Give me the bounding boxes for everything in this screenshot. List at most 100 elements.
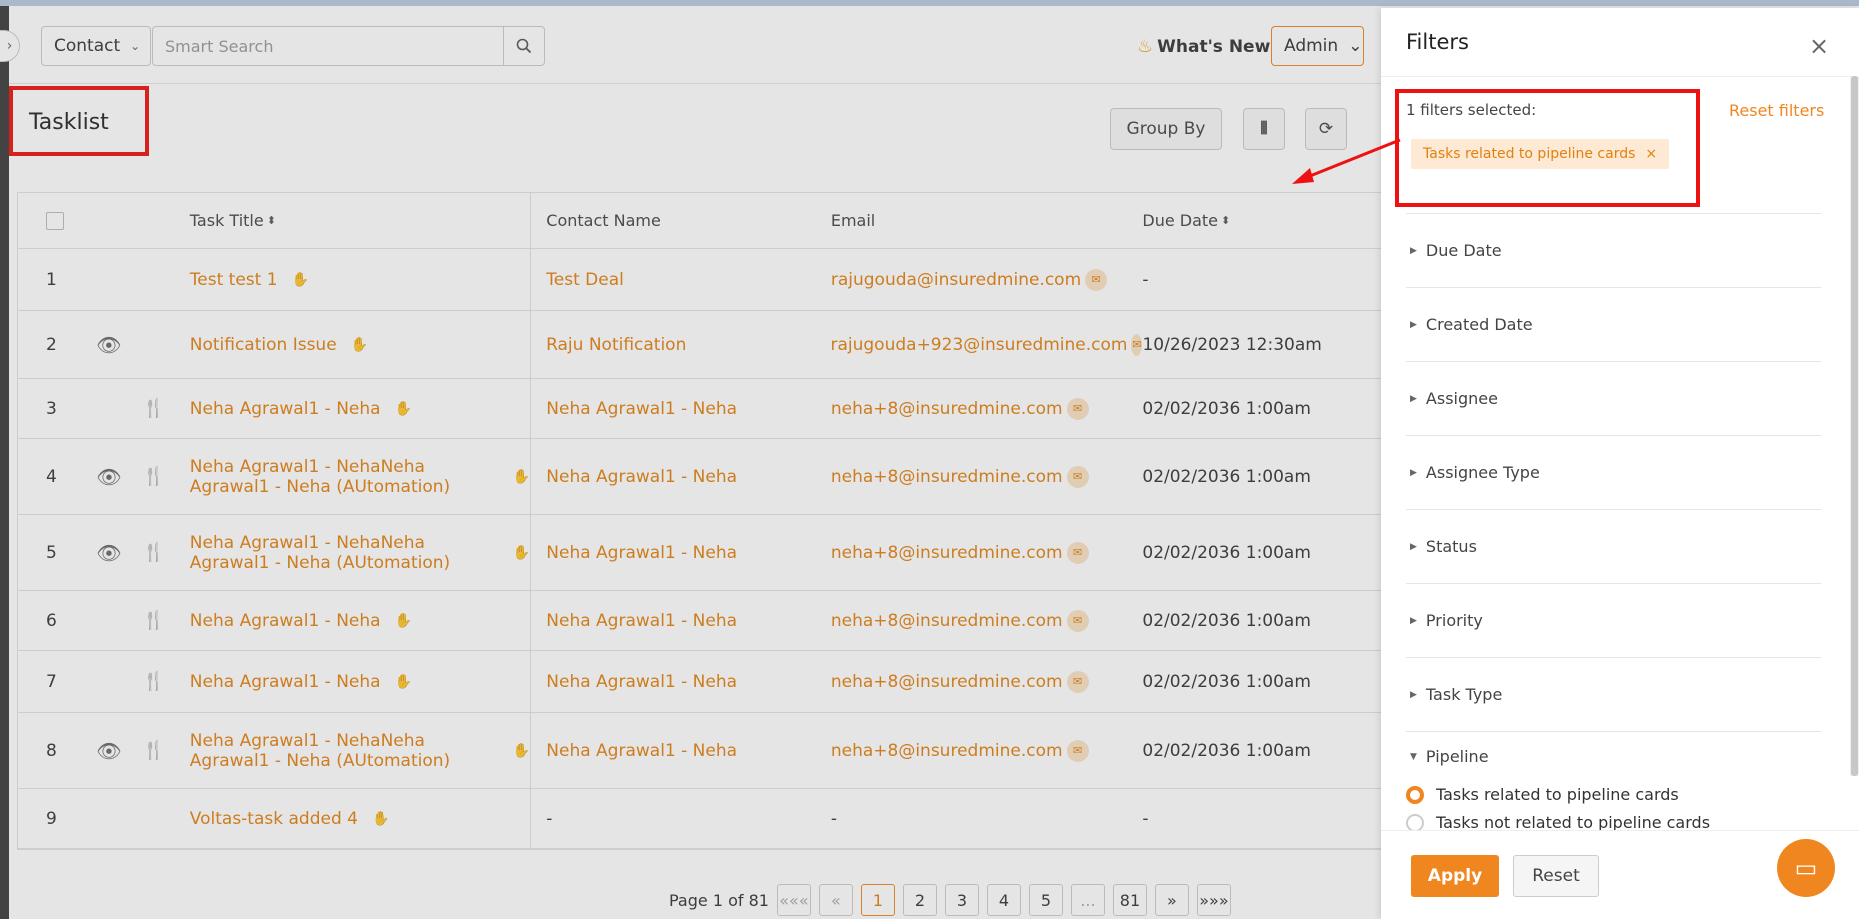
- task-title-link[interactable]: Neha Agrawal1 - Neha: [190, 611, 381, 631]
- search-input[interactable]: Smart Search: [152, 26, 504, 66]
- handshake-icon: ✋: [512, 544, 531, 561]
- filter-section-created-date[interactable]: ▶ Created Date: [1406, 287, 1821, 361]
- contact-link[interactable]: Test Deal: [546, 270, 624, 290]
- mail-icon[interactable]: ✉: [1066, 397, 1089, 420]
- page-button[interactable]: 1: [860, 884, 895, 916]
- close-icon[interactable]: ×: [1805, 32, 1833, 60]
- task-title-link[interactable]: Voltas-task added 4: [190, 809, 358, 829]
- contact-link[interactable]: Neha Agrawal1 - Neha: [546, 543, 737, 563]
- filter-section-assignee-type[interactable]: ▶ Assignee Type: [1406, 435, 1821, 509]
- page-button[interactable]: 2: [902, 884, 937, 916]
- contact-link[interactable]: Neha Agrawal1 - Neha: [546, 399, 737, 419]
- email-link[interactable]: neha+8@insuredmine.com: [831, 672, 1063, 692]
- whats-new-link[interactable]: ♨ What's New: [1137, 36, 1270, 57]
- module-select[interactable]: Contact ⌄: [41, 26, 151, 66]
- contact-link[interactable]: -: [546, 809, 552, 829]
- table-row[interactable]: 8 👁 🍴 Neha Agrawal1 - NehaNeha Agrawal1 - N…: [18, 713, 1386, 789]
- column-header-due-date[interactable]: Due Date ⬍: [1142, 211, 1386, 230]
- contact-link[interactable]: Neha Agrawal1 - Neha: [546, 611, 737, 631]
- task-title-link[interactable]: Neha Agrawal1 - NehaNeha Agrawal1 - Neha…: [190, 457, 499, 497]
- page-button[interactable]: 3: [944, 884, 979, 916]
- role-select-label: Admin: [1284, 36, 1339, 56]
- select-all-checkbox[interactable]: [46, 211, 64, 230]
- column-header-task-title[interactable]: Task Title ⬍: [174, 193, 532, 248]
- mail-icon[interactable]: ✉: [1066, 609, 1089, 632]
- table-row[interactable]: 5 👁 🍴 Neha Agrawal1 - NehaNeha Agrawal1 - N…: [18, 515, 1386, 591]
- refresh-button[interactable]: ⟳: [1305, 108, 1347, 150]
- mail-icon[interactable]: ✉: [1066, 541, 1089, 564]
- email-link[interactable]: neha+8@insuredmine.com: [831, 611, 1063, 631]
- first-page-button[interactable]: «««: [776, 884, 811, 916]
- last-page-button[interactable]: »»»: [1196, 884, 1231, 916]
- eye-icon[interactable]: 👁: [96, 465, 121, 489]
- table-row[interactable]: 6 🍴 Neha Agrawal1 - Neha ✋ Neha Agrawal1 - N…: [18, 591, 1386, 651]
- radio-button[interactable]: [1406, 813, 1424, 832]
- contact-cell: Neha Agrawal1 - Neha: [531, 399, 831, 419]
- chat-launcher-button[interactable]: ▭: [1777, 839, 1835, 897]
- email-link[interactable]: neha+8@insuredmine.com: [831, 399, 1063, 419]
- prev-page-button[interactable]: «: [818, 884, 853, 916]
- page-button[interactable]: 4: [986, 884, 1021, 916]
- sort-icon[interactable]: ⬍: [1221, 214, 1230, 227]
- apply-button[interactable]: Apply: [1411, 855, 1499, 897]
- table-row[interactable]: 3 🍴 Neha Agrawal1 - Neha ✋ Neha Agrawal1 - N…: [18, 379, 1386, 439]
- filter-section-status[interactable]: ▶ Status: [1406, 509, 1821, 583]
- sort-icon[interactable]: ⬍: [267, 214, 276, 227]
- table-row[interactable]: 9 Voltas-task added 4 ✋ - - -: [18, 789, 1386, 849]
- columns-button[interactable]: ⦀: [1243, 108, 1285, 150]
- radio-button[interactable]: [1406, 785, 1424, 804]
- mail-icon[interactable]: ✉: [1085, 268, 1108, 291]
- filter-section-pipeline[interactable]: ▼ Pipeline: [1406, 731, 1821, 781]
- task-title-cell: Neha Agrawal1 - NehaNeha Agrawal1 - Neha…: [174, 713, 532, 788]
- filter-section-due-date[interactable]: ▶ Due Date: [1406, 213, 1821, 287]
- mail-icon[interactable]: ✉: [1131, 333, 1143, 356]
- row-index: 6: [46, 610, 57, 631]
- filter-section-task-type[interactable]: ▶ Task Type: [1406, 657, 1821, 731]
- task-title-link[interactable]: Test test 1: [190, 270, 278, 290]
- task-title-link[interactable]: Neha Agrawal1 - NehaNeha Agrawal1 - Neha…: [190, 731, 499, 771]
- email-link[interactable]: neha+8@insuredmine.com: [831, 467, 1063, 487]
- eye-icon[interactable]: 👁: [96, 739, 121, 763]
- eye-icon[interactable]: 👁: [96, 333, 121, 357]
- role-select[interactable]: Admin ⌄: [1271, 26, 1364, 66]
- table-row[interactable]: 1 Test test 1 ✋ Test Deal rajugouda@insuredm…: [18, 249, 1386, 311]
- reset-button[interactable]: Reset: [1513, 855, 1599, 897]
- contact-link[interactable]: Neha Agrawal1 - Neha: [546, 672, 737, 692]
- remove-chip-icon[interactable]: ×: [1645, 146, 1657, 162]
- task-title-link[interactable]: Neha Agrawal1 - NehaNeha Agrawal1 - Neha…: [190, 533, 499, 573]
- next-page-button[interactable]: »: [1154, 884, 1189, 916]
- email-link[interactable]: neha+8@insuredmine.com: [831, 543, 1063, 563]
- page-button[interactable]: 81: [1112, 884, 1147, 916]
- email-link[interactable]: rajugouda+923@insuredmine.com: [830, 335, 1127, 355]
- due-date-cell: 02/02/2036 1:00am: [1142, 542, 1311, 563]
- contact-link[interactable]: Raju Notification: [546, 335, 686, 355]
- table-row[interactable]: 4 👁 🍴 Neha Agrawal1 - NehaNeha Agrawal1 - N…: [18, 439, 1386, 515]
- eye-icon[interactable]: 👁: [96, 541, 121, 565]
- task-title-link[interactable]: Notification Issue: [190, 335, 337, 355]
- filter-section-priority[interactable]: ▶ Priority: [1406, 583, 1821, 657]
- scrollbar-thumb[interactable]: [1851, 76, 1858, 776]
- mail-icon[interactable]: ✉: [1066, 670, 1089, 693]
- table-row[interactable]: 2 👁 Notification Issue ✋ Raju Notification ra…: [18, 311, 1386, 379]
- filter-section-assignee[interactable]: ▶ Assignee: [1406, 361, 1821, 435]
- filters-scrollbar[interactable]: [1850, 76, 1859, 776]
- reset-filters-link[interactable]: Reset filters: [1729, 101, 1824, 120]
- table-row[interactable]: 7 🍴 Neha Agrawal1 - Neha ✋ Neha Agrawal1 - N…: [18, 651, 1386, 713]
- radio-option-related[interactable]: Tasks related to pipeline cards: [1406, 785, 1679, 804]
- page-button[interactable]: 5: [1028, 884, 1063, 916]
- contact-link[interactable]: Neha Agrawal1 - Neha: [546, 467, 737, 487]
- email-link[interactable]: rajugouda@insuredmine.com: [831, 270, 1081, 290]
- search-button[interactable]: [504, 26, 545, 66]
- group-by-button[interactable]: Group By: [1110, 108, 1222, 150]
- mail-icon[interactable]: ✉: [1066, 465, 1089, 488]
- filter-section-label: Assignee: [1425, 389, 1498, 408]
- task-title-link[interactable]: Neha Agrawal1 - Neha: [190, 672, 381, 692]
- task-title-link[interactable]: Neha Agrawal1 - Neha: [190, 399, 381, 419]
- email-link[interactable]: neha+8@insuredmine.com: [831, 741, 1063, 761]
- handshake-icon: ✋: [394, 400, 413, 417]
- email-cell: rajugouda+923@insuredmine.com ✉: [830, 333, 1143, 356]
- filter-section-label: Assignee Type: [1425, 463, 1540, 482]
- email-link[interactable]: -: [831, 809, 837, 829]
- contact-link[interactable]: Neha Agrawal1 - Neha: [546, 741, 737, 761]
- mail-icon[interactable]: ✉: [1066, 739, 1089, 762]
